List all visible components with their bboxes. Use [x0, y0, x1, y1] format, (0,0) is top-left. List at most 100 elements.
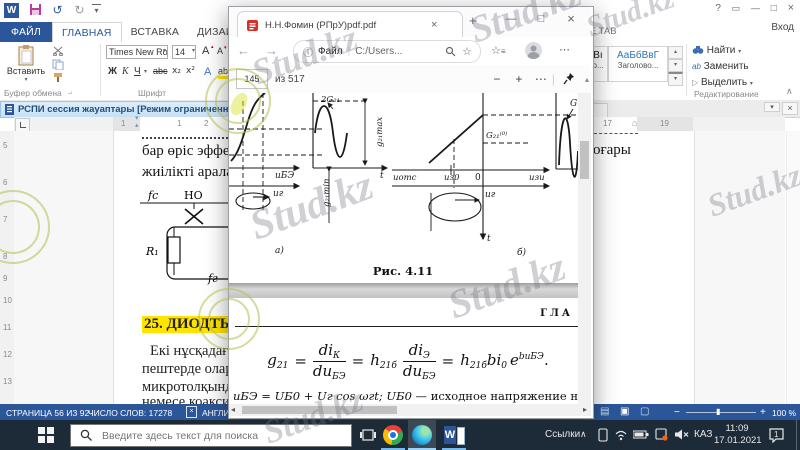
pdf-zoom-in-button[interactable]: + [508, 72, 530, 86]
view-read-mode-button[interactable]: ▤ [600, 406, 609, 417]
help-button[interactable]: ? [711, 3, 725, 14]
close-button[interactable]: × [784, 2, 798, 14]
tab-file[interactable]: ФАЙЛ [0, 22, 52, 42]
scroll-right-button[interactable]: ▸ [583, 405, 587, 414]
styles-scroll-up[interactable]: ▴ [668, 46, 683, 59]
zoom-out-button[interactable]: − [674, 407, 680, 418]
tab-stop-selector[interactable] [15, 118, 30, 132]
taskbar-edge-tile[interactable] [408, 420, 436, 450]
highlight-button[interactable]: ab [218, 66, 229, 79]
address-bar[interactable]: ⓘ Файл | C:/Users... ☆ [293, 40, 481, 63]
right-indent-marker[interactable]: ⌂ [632, 118, 637, 128]
clipboard-dialog-launcher[interactable]: ⌐ [68, 89, 72, 96]
format-painter-button[interactable] [52, 72, 64, 86]
scrollbar-thumb[interactable] [242, 406, 397, 414]
favorite-star-icon[interactable]: ☆ [462, 45, 472, 58]
view-web-layout-button[interactable]: ▢ [640, 406, 649, 417]
new-tab-button[interactable]: + [469, 13, 477, 28]
cut-button[interactable] [52, 46, 64, 59]
zoom-in-button[interactable]: + [760, 407, 766, 418]
zoom-level[interactable]: 100 % [772, 408, 796, 418]
style-item-heading[interactable]: АаБбВвГ Заголово... [608, 46, 668, 82]
font-size-dropdown[interactable]: ▾ [192, 47, 195, 54]
view-print-layout-button[interactable]: ▣ [620, 406, 629, 417]
vertical-ruler[interactable]: 5 6 7 8 9 10 11 12 13 [0, 131, 14, 404]
underline-button[interactable]: Ч [134, 66, 141, 77]
hanging-indent-marker[interactable]: ▴ [135, 121, 139, 129]
pin-toolbar-icon[interactable] [561, 71, 577, 87]
superscript-button[interactable]: x² [186, 66, 195, 76]
font-name-combobox[interactable]: Times New Ro [106, 45, 168, 59]
undo-button[interactable]: ↺ [50, 3, 65, 18]
taskbar-search-box[interactable] [70, 424, 352, 447]
styles-gallery-more[interactable]: ▾ [668, 72, 683, 86]
links-toolbar[interactable]: Ссылки [545, 429, 580, 440]
tab-insert[interactable]: ВСТАВКА [122, 22, 188, 42]
forward-button[interactable]: → [265, 43, 278, 58]
page-number-input[interactable] [236, 69, 268, 89]
select-button[interactable]: ▷ Выделить ▾ [692, 77, 753, 88]
task-view-button[interactable] [360, 427, 376, 446]
scroll-left-button[interactable]: ◂ [231, 405, 235, 414]
edge-minimize-button[interactable]: — [497, 7, 525, 31]
minimize-button[interactable]: — [747, 3, 764, 13]
volume-muted-tray-icon[interactable] [674, 428, 689, 444]
ribbon-display-button[interactable]: ▭ [728, 3, 745, 13]
redo-button[interactable]: ↻ [72, 3, 87, 18]
copy-button[interactable] [52, 59, 64, 73]
show-desktop-button[interactable] [796, 420, 797, 450]
bold-button[interactable]: Ж [108, 66, 117, 77]
zoom-slider-thumb[interactable]: ▮ [716, 407, 720, 416]
clock[interactable]: 11:09 17.01.2021 [714, 423, 762, 447]
start-button[interactable] [38, 427, 54, 446]
status-word-count[interactable]: ЧИСЛО СЛОВ: 17278 [88, 408, 172, 418]
update-tray-icon[interactable] [655, 428, 668, 444]
profile-avatar[interactable] [525, 42, 542, 59]
qat-customize-button[interactable]: ▾ [92, 4, 101, 17]
word-vertical-scrollbar[interactable] [786, 131, 800, 404]
tray-chevron-icon[interactable]: ∧ [580, 429, 587, 440]
save-button[interactable] [28, 3, 43, 18]
info-icon[interactable]: ⓘ [303, 44, 313, 59]
pdf-zoom-out-button[interactable]: − [486, 72, 508, 86]
collapse-ribbon-button[interactable]: ∧ [786, 86, 793, 97]
edge-close-button[interactable]: × [557, 7, 585, 31]
back-button[interactable]: ← [237, 43, 250, 58]
tab-home[interactable]: ГЛАВНАЯ [52, 22, 122, 42]
italic-button[interactable]: К [122, 66, 129, 77]
search-in-page-icon[interactable] [445, 46, 456, 57]
keyboard-language[interactable]: КАЗ [694, 429, 712, 440]
pdf-horizontal-scrollbar[interactable]: ◂ ▸ [229, 404, 591, 416]
phone-tray-icon[interactable] [598, 428, 608, 445]
find-button[interactable]: Найти ▾ [692, 45, 741, 56]
paste-button[interactable]: Вставить ▾ [6, 44, 46, 88]
shrink-font-button[interactable]: А [217, 46, 223, 56]
tab-bar-menu-button[interactable]: ▾ [764, 102, 780, 112]
pdf-more-button[interactable]: ⋯ [530, 72, 552, 86]
underline-dropdown[interactable]: ▾ [144, 68, 147, 75]
content-scroll-up[interactable]: ▴ [585, 75, 589, 84]
wifi-tray-icon[interactable] [614, 428, 628, 444]
taskbar-chrome-icon[interactable] [383, 425, 403, 445]
grow-font-button[interactable]: А [202, 45, 209, 57]
pdf-vertical-scrollbar[interactable] [578, 93, 591, 404]
zoom-slider[interactable] [686, 412, 756, 413]
search-input[interactable] [100, 428, 351, 443]
favorites-bar-icon[interactable]: ☆≡ [491, 44, 506, 57]
tab-bar-close-button[interactable]: × [782, 102, 798, 115]
battery-tray-icon[interactable] [632, 430, 649, 442]
edge-maximize-button[interactable]: □ [527, 7, 555, 31]
scrollbar-thumb[interactable] [580, 141, 589, 179]
strikethrough-button[interactable]: abc [153, 66, 168, 76]
proofing-status-icon[interactable]: × [186, 406, 197, 418]
tab-close-button[interactable]: × [431, 19, 437, 31]
font-name-dropdown[interactable]: ▾ [163, 47, 166, 54]
taskbar-word-icon[interactable]: W [444, 426, 465, 445]
styles-scroll-down[interactable]: ▾ [668, 59, 683, 72]
replace-button[interactable]: ab Заменить [692, 61, 749, 72]
restore-button[interactable]: □ [767, 3, 781, 14]
edge-tab[interactable]: Н.Н.Фомин (РПрУ)pdf.pdf × [237, 11, 463, 38]
text-effects-button[interactable]: А [204, 66, 211, 78]
status-page-count[interactable]: СТРАНИЦА 56 ИЗ 92 [6, 408, 89, 418]
subscript-button[interactable]: x₂ [172, 66, 181, 76]
